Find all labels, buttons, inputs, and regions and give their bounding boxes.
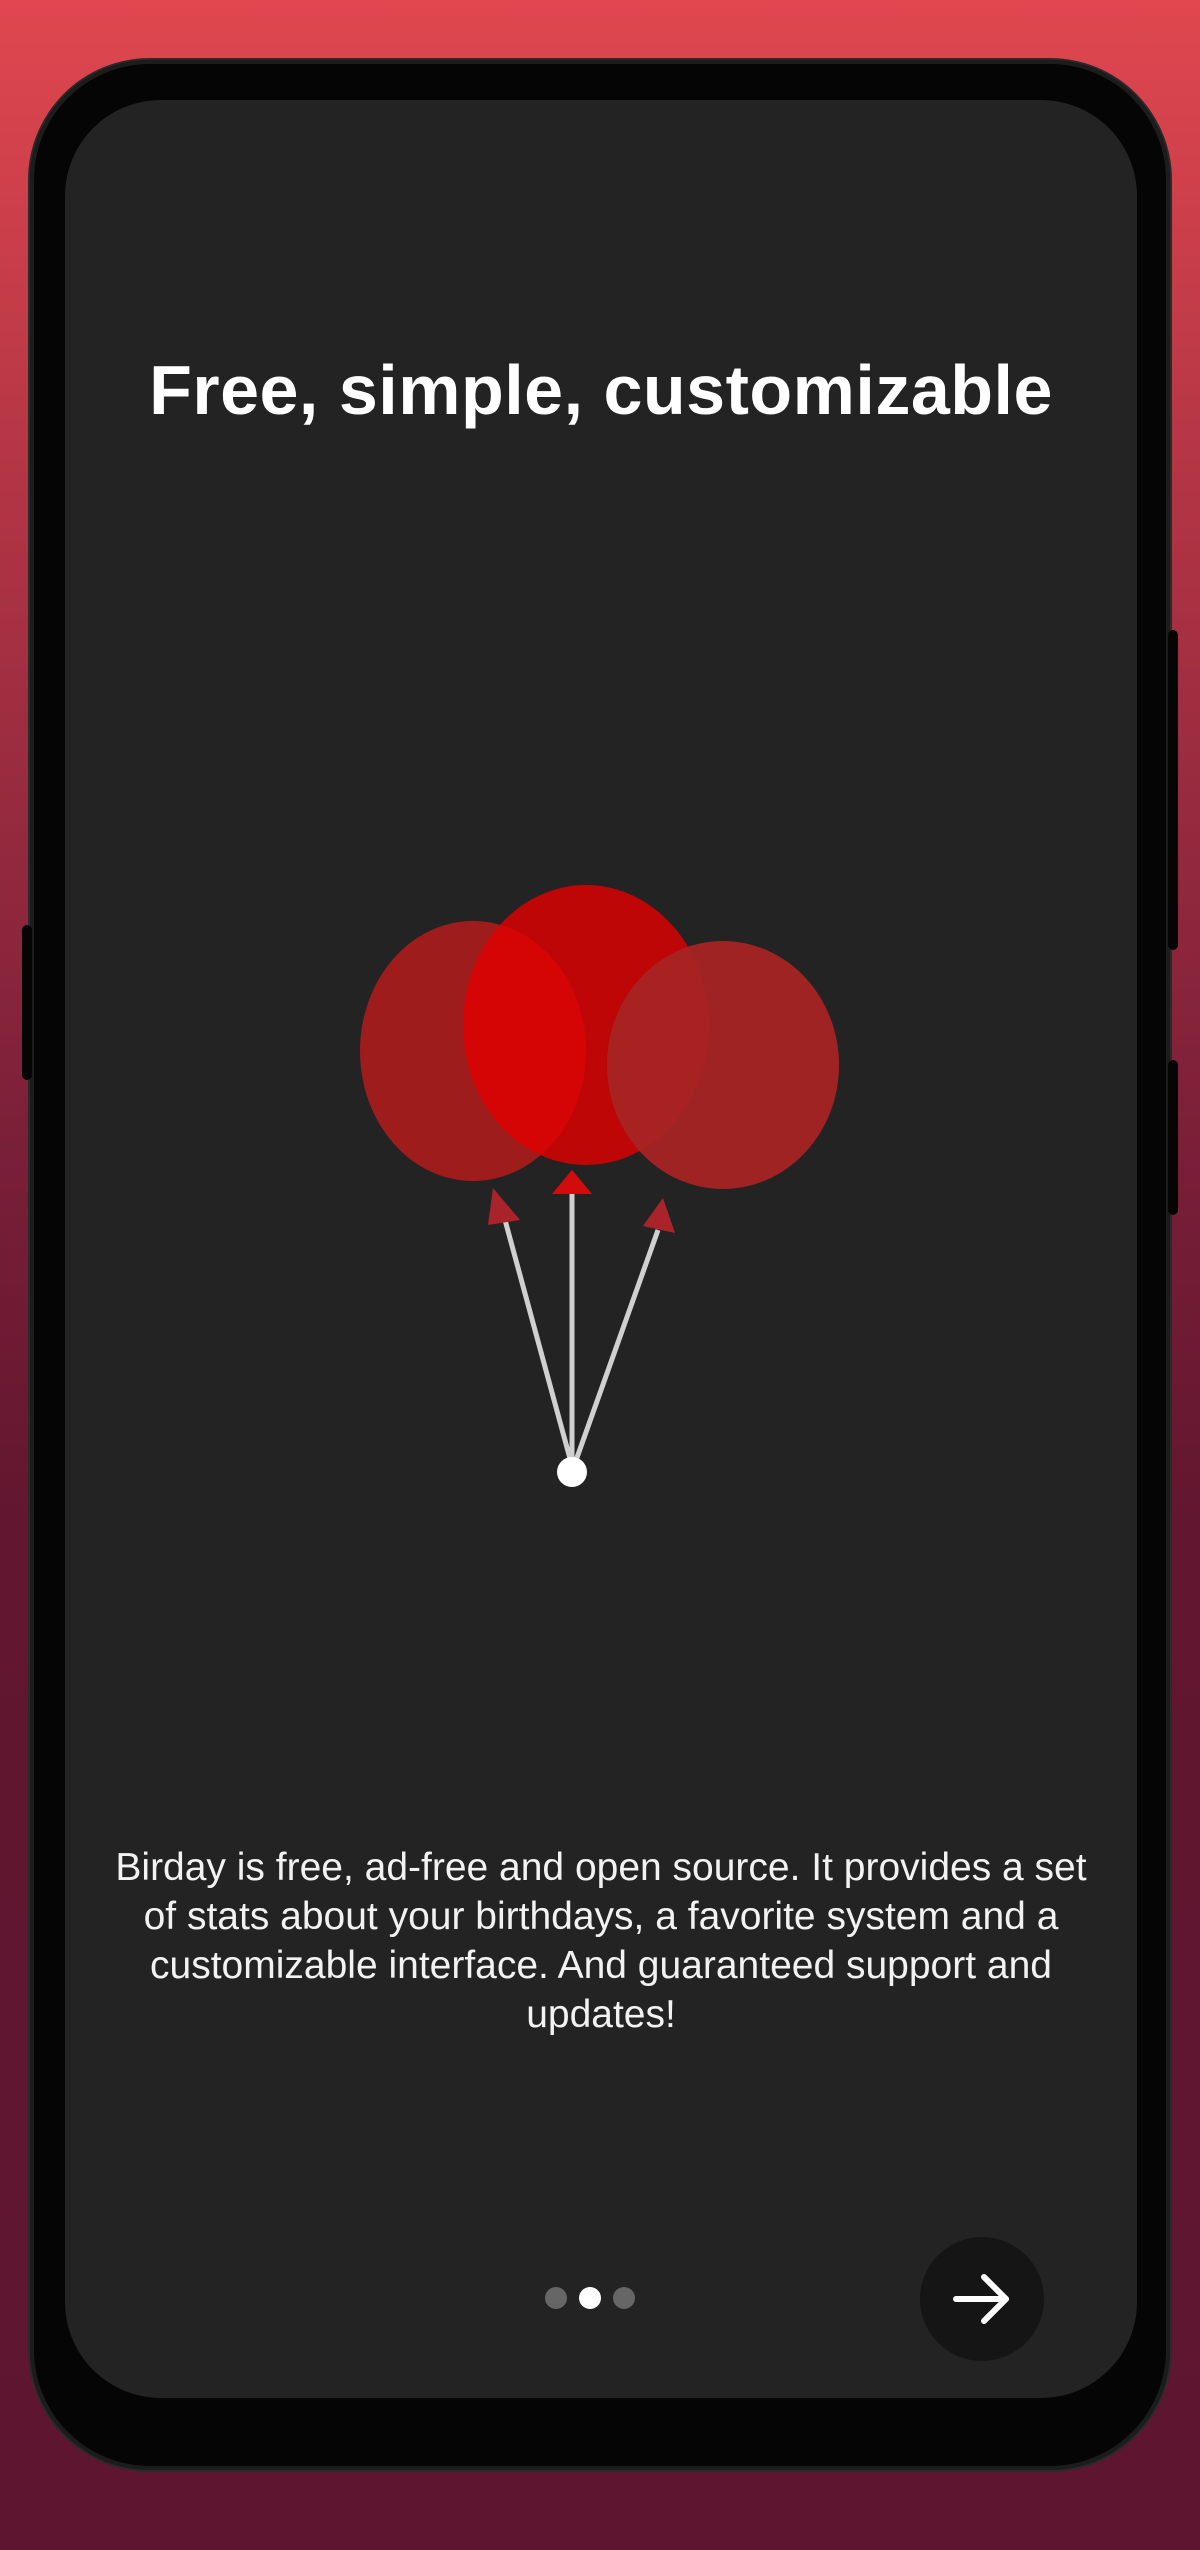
page-dot-1[interactable] [545,2287,567,2309]
balloon-strings [502,1190,661,1467]
phone-power-button [1168,630,1178,950]
balloon-knot-left [488,1188,520,1225]
balloon-knot-center [552,1170,592,1194]
onboarding-screen: Free, simple, customizable Birday is fre… [65,100,1137,2398]
page-indicator [545,2286,635,2310]
page-dot-2-active[interactable] [579,2287,601,2309]
balloon-string-right [571,1229,661,1467]
page-dot-3[interactable] [613,2287,635,2309]
balloon-knot-right [643,1198,675,1233]
balloon-right [607,941,839,1189]
balloon-string-left [502,1219,575,1467]
balloons-icon [360,885,839,1487]
arrow-right-icon [953,2274,1009,2324]
phone-frame: Free, simple, customizable Birday is fre… [22,60,1178,2470]
balloon-anchor [557,1457,587,1487]
phone-side-button-left [22,925,32,1080]
phone-volume-button [1168,1060,1178,1215]
next-button[interactable] [920,2237,1044,2361]
onboarding-description: Birday is free, ad-free and open source.… [115,1846,1087,2036]
